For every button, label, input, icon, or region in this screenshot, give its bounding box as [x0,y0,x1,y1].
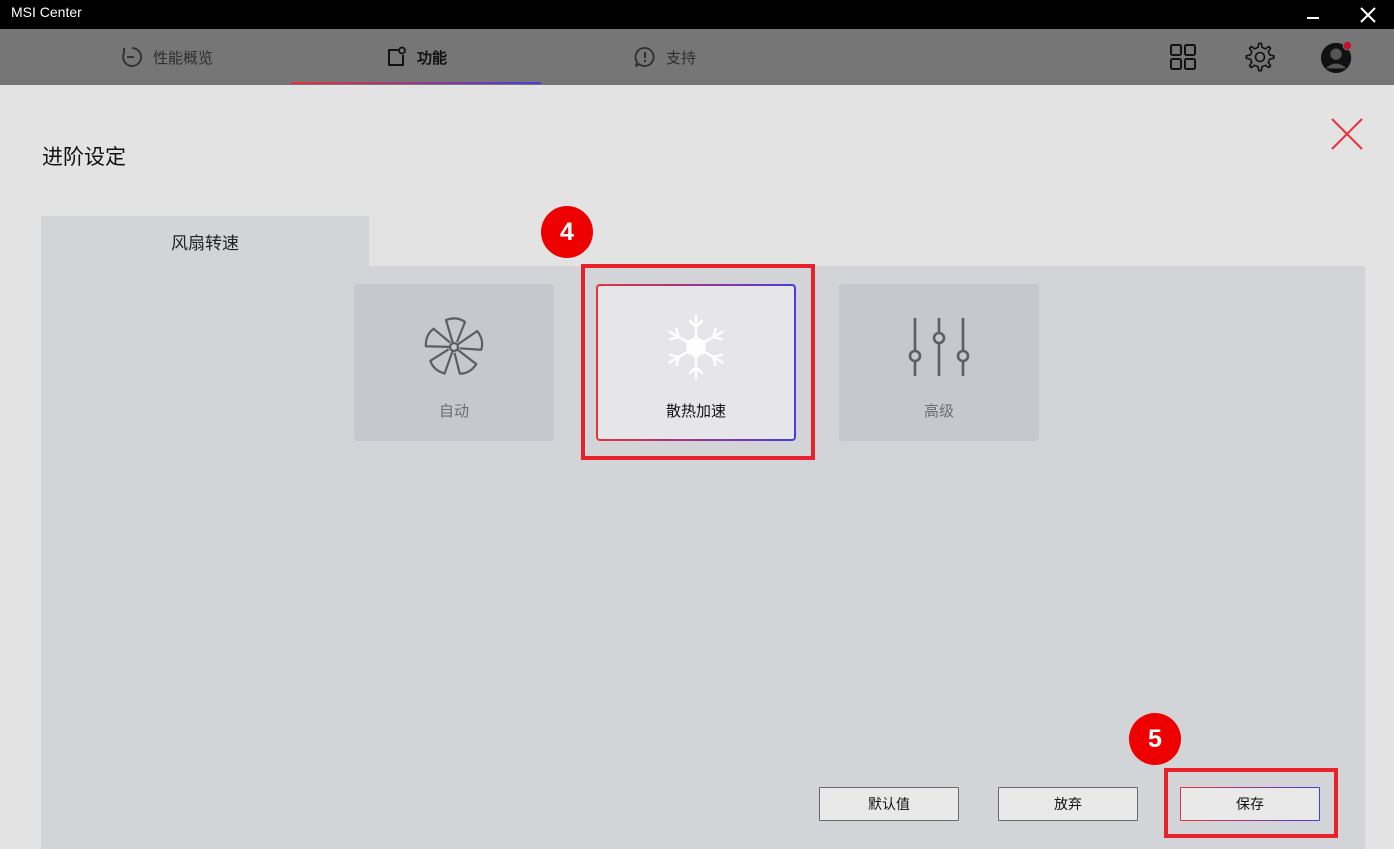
close-icon [1360,6,1376,23]
tab-support[interactable]: 支持 [590,29,740,85]
tab-fan-speed[interactable]: 风扇转速 [41,216,369,266]
mode-label: 高级 [923,402,954,420]
active-tab-indicator [291,82,541,84]
gear-icon [1245,42,1275,72]
settings-button[interactable] [1243,40,1277,74]
app-title: MSI Center [11,4,82,20]
mode-card-advanced[interactable]: 高级 [839,284,1039,441]
tab-features[interactable]: 功能 [291,29,541,85]
page-title: 进阶设定 [42,145,126,169]
step-4-highlight [581,264,815,460]
window-close-button[interactable] [1345,0,1391,29]
user-avatar-button[interactable] [1320,40,1354,74]
discard-button[interactable]: 放弃 [998,787,1138,821]
gauge-icon [122,47,142,67]
chat-alert-icon [634,47,655,67]
tab-label: 支持 [665,48,696,67]
title-bar: MSI Center [0,0,1394,29]
apps-grid-button[interactable] [1166,40,1200,74]
default-button[interactable]: 默认值 [819,787,959,821]
step-5-highlight [1164,768,1338,838]
apps-grid-icon [1170,44,1196,70]
tab-label: 功能 [416,48,447,67]
close-dialog-button[interactable] [1330,117,1364,151]
minimize-icon [1307,16,1319,19]
avatar [1320,40,1353,74]
mode-card-auto[interactable]: 自动 [354,284,554,441]
minimize-button[interactable] [1290,0,1336,29]
fan-icon [424,317,484,375]
tab-performance-overview[interactable]: 性能概览 [92,29,242,85]
tab-label: 性能概览 [152,48,213,67]
mode-label: 自动 [438,402,469,420]
sliders-icon [908,318,970,376]
step-4-badge: 4 [541,206,593,258]
feature-icon [387,46,406,66]
close-x-icon [1331,118,1363,150]
step-5-badge: 5 [1129,713,1181,765]
main-nav: 性能概览 功能 支持 [0,29,1394,85]
